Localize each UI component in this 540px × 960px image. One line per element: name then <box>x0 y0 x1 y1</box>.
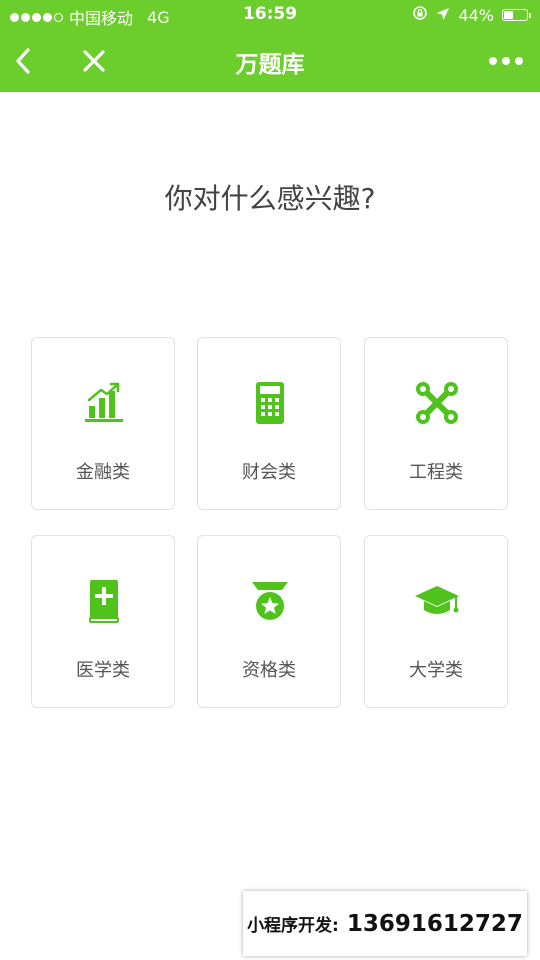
category-card-medical[interactable]: 医学类 <box>31 535 175 708</box>
medal-icon <box>245 576 295 626</box>
category-label: 资格类 <box>242 660 296 681</box>
top-bar: 中国移动 4G 16:59 44% 万题库 <box>0 0 540 92</box>
category-label: 财会类 <box>242 462 296 483</box>
bar-chart-icon <box>79 378 129 428</box>
ad-banner[interactable]: 小程序开发: 13691612727 <box>243 891 527 956</box>
location-arrow-icon <box>436 6 450 25</box>
interest-prompt: 你对什么感兴趣? <box>164 182 376 215</box>
category-label: 工程类 <box>409 462 463 483</box>
graduation-cap-icon <box>412 576 462 626</box>
medical-book-icon <box>79 576 129 626</box>
category-card-finance[interactable]: 金融类 <box>31 337 175 510</box>
rotation-lock-icon <box>412 5 428 25</box>
category-card-university[interactable]: 大学类 <box>364 535 508 708</box>
more-dots-icon <box>489 57 523 65</box>
battery-fill <box>504 11 514 19</box>
status-right: 44% <box>412 5 531 25</box>
category-label: 大学类 <box>409 660 463 681</box>
ad-label: 小程序开发: <box>247 916 339 936</box>
ad-phone: 13691612727 <box>346 910 523 937</box>
status-bar: 中国移动 4G 16:59 44% <box>0 0 540 30</box>
more-button[interactable] <box>484 43 528 79</box>
battery-percent: 44% <box>458 5 494 25</box>
category-card-engineering[interactable]: 工程类 <box>364 337 508 510</box>
category-card-qualification[interactable]: 资格类 <box>197 535 341 708</box>
nav-bar: 万题库 <box>0 30 540 92</box>
category-card-accounting[interactable]: 财会类 <box>197 337 341 510</box>
page-title: 万题库 <box>235 52 305 78</box>
calculator-icon <box>245 378 295 428</box>
wrench-tools-icon <box>412 378 462 428</box>
battery-icon <box>502 9 531 21</box>
category-label: 金融类 <box>76 462 130 483</box>
category-label: 医学类 <box>76 660 130 681</box>
